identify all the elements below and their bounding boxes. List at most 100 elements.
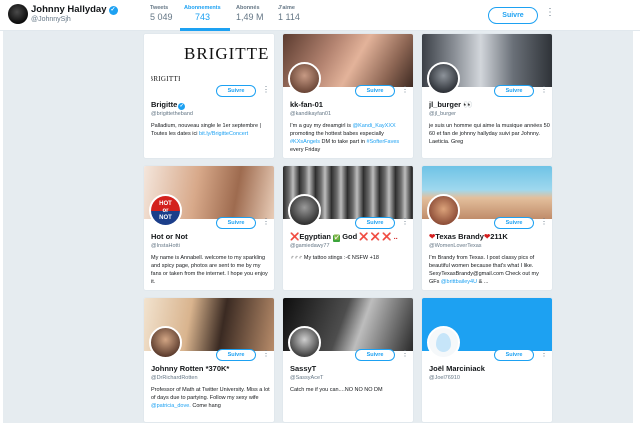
user-name[interactable]: jl_burger 👀 bbox=[429, 100, 551, 109]
follow-button[interactable]: Suivre bbox=[494, 349, 534, 361]
user-name-text: jl_burger bbox=[429, 100, 462, 109]
user-avatar[interactable] bbox=[288, 326, 321, 359]
follow-button[interactable]: Suivre bbox=[488, 7, 538, 24]
verified-icon: ✓ bbox=[178, 103, 186, 110]
user-avatar[interactable] bbox=[288, 62, 321, 95]
user-card[interactable]: Suivre ⋮ Joël Marciniack @Joel76910 bbox=[421, 297, 553, 423]
user-avatar[interactable]: BRIGITTE bbox=[149, 62, 182, 95]
stat-likes[interactable]: J'aime 1 114 bbox=[278, 5, 300, 22]
user-name[interactable]: ❤Texas Brandy❤211K bbox=[429, 232, 551, 241]
default-egg-icon bbox=[436, 333, 451, 352]
banner-logo: BRIGITTE bbox=[184, 44, 270, 63]
bio-link[interactable]: @patricia_dove. bbox=[151, 403, 191, 409]
more-options-icon[interactable]: ⋮ bbox=[401, 349, 409, 359]
bio-link[interactable]: @brittbailey4U bbox=[441, 279, 477, 285]
user-name[interactable]: Joël Marciniack bbox=[429, 364, 551, 373]
user-name-text: God bbox=[342, 232, 358, 241]
stat-label: Abonnés bbox=[236, 5, 260, 11]
user-bio: My name is Annabell. welcome to my spark… bbox=[151, 255, 268, 285]
verified-icon: ✓ bbox=[108, 6, 118, 15]
stat-label: Abonnements bbox=[184, 5, 221, 11]
user-avatar[interactable] bbox=[288, 194, 321, 227]
profile-avatar[interactable] bbox=[8, 4, 28, 24]
user-handle: @Joel76910 bbox=[429, 375, 460, 381]
user-bio: Palladium, nouveau single le 1er septemb… bbox=[151, 122, 272, 138]
bio-link[interactable]: @Kandi_KayXXX bbox=[353, 123, 396, 129]
cross-emoji-icon: ❌ bbox=[290, 232, 300, 241]
user-card[interactable]: Suivre ⋮ kk-fan-01 @kandikayfan01 I'm a … bbox=[282, 33, 414, 159]
user-card[interactable]: Suivre ⋮ SassyT @SassyAceT Catch me if y… bbox=[282, 297, 414, 423]
user-name[interactable]: kk-fan-01 bbox=[290, 100, 412, 109]
follow-button[interactable]: Suivre bbox=[216, 349, 256, 361]
more-options-icon[interactable]: ⋮ bbox=[262, 85, 270, 95]
follow-button[interactable]: Suivre bbox=[355, 85, 395, 97]
follow-button[interactable]: Suivre bbox=[494, 217, 534, 229]
more-options-icon[interactable]: ⋮ bbox=[401, 85, 409, 95]
stat-following[interactable]: Abonnements 743 bbox=[184, 5, 221, 22]
avatar-logo: BRIGITTE bbox=[149, 74, 182, 83]
user-name-text: Brigitte bbox=[151, 100, 178, 109]
follow-button[interactable]: Suivre bbox=[216, 85, 256, 97]
stat-followers[interactable]: Abonnés 1,49 M bbox=[236, 5, 264, 22]
user-avatar[interactable] bbox=[427, 326, 460, 359]
stat-value: 1 114 bbox=[278, 12, 300, 22]
follow-button[interactable]: Suivre bbox=[216, 217, 256, 229]
user-card[interactable]: Suivre ⋮ Johnny Rotten *370K* @DrRichard… bbox=[143, 297, 275, 423]
follow-button[interactable]: Suivre bbox=[355, 349, 395, 361]
more-options-icon[interactable]: ⋮ bbox=[545, 8, 555, 18]
stat-tweets[interactable]: Tweets 5 049 bbox=[150, 5, 173, 22]
profile-header: Johnny Hallyday ✓ @JohnnySjh Tweets 5 049… bbox=[0, 0, 640, 31]
stat-value: 1,49 M bbox=[236, 12, 264, 22]
user-avatar[interactable]: HOT or NOT bbox=[149, 194, 182, 227]
bio-hashtag[interactable]: #SofterFaves bbox=[366, 139, 399, 145]
user-name-count: 211K bbox=[490, 232, 508, 241]
following-grid: BRIGITTE BRIGITTE Suivre ⋮ Brigitte ✓ @br… bbox=[3, 31, 633, 423]
follow-button[interactable]: Suivre bbox=[494, 85, 534, 97]
more-options-icon[interactable]: ⋮ bbox=[262, 217, 270, 227]
bio-text: I'm a guy my dreamgirl is bbox=[290, 123, 351, 129]
avatar-logo-not: NOT bbox=[159, 215, 172, 221]
user-name[interactable]: Johnny Rotten *370K* bbox=[151, 364, 273, 373]
user-avatar[interactable] bbox=[149, 326, 182, 359]
user-card[interactable]: BRIGITTE BRIGITTE Suivre ⋮ Brigitte ✓ @br… bbox=[143, 33, 275, 159]
stat-value: 5 049 bbox=[150, 12, 173, 22]
user-card[interactable]: Suivre ⋮ jl_burger 👀 @jl_burger je suis … bbox=[421, 33, 553, 159]
user-avatar[interactable] bbox=[427, 194, 460, 227]
bio-hashtag[interactable]: #KXsAngels bbox=[290, 139, 320, 145]
user-bio: I'm Brandy from Texas. I post classy pic… bbox=[429, 254, 550, 286]
profile-handle: @JohnnySjh bbox=[31, 16, 71, 23]
user-handle: @gamiedawy77 bbox=[290, 243, 330, 249]
stat-label: Tweets bbox=[150, 5, 169, 11]
user-name-text: Texas Brandy bbox=[435, 232, 484, 241]
user-name[interactable]: SassyT bbox=[290, 364, 412, 373]
user-name[interactable]: Brigitte ✓ bbox=[151, 100, 273, 110]
user-name[interactable]: ❌Egyptian ✅ God ❌ ❌ ❌ .. bbox=[290, 232, 412, 242]
user-handle: @brigittetheband bbox=[151, 111, 193, 117]
avatar-logo-or: or bbox=[162, 208, 169, 214]
user-card[interactable]: Suivre ⋮ ❤Texas Brandy❤211K @WomenLoverT… bbox=[421, 165, 553, 291]
user-bio: Professor of Math at Twitter University.… bbox=[151, 386, 272, 410]
bio-link[interactable]: bit.ly/BrigitteConcert bbox=[199, 131, 248, 137]
user-handle: @jl_burger bbox=[429, 111, 456, 117]
more-options-icon[interactable]: ⋮ bbox=[540, 217, 548, 227]
user-bio: ♂♂♂ My tattoo stings :-€ NSFW +18 bbox=[290, 255, 379, 261]
more-options-icon[interactable]: ⋮ bbox=[401, 217, 409, 227]
bio-text: promoting the hottest babes especially bbox=[290, 131, 384, 137]
bio-text: DM to take part in bbox=[321, 139, 365, 145]
more-options-icon[interactable]: ⋮ bbox=[540, 349, 548, 359]
user-card[interactable]: Suivre ⋮ ❌Egyptian ✅ God ❌ ❌ ❌ .. @gamie… bbox=[282, 165, 414, 291]
avatar-logo-hot: HOT bbox=[159, 201, 172, 207]
cross-emoji-icon: ❌ ❌ ❌ .. bbox=[359, 232, 398, 241]
eyes-emoji-icon: 👀 bbox=[463, 100, 473, 109]
user-bio: je suis un homme qui aime la musique ann… bbox=[429, 123, 550, 145]
profile-name[interactable]: Johnny Hallyday ✓ bbox=[31, 4, 118, 15]
user-avatar[interactable] bbox=[427, 62, 460, 95]
user-handle: @WomenLoverTexas bbox=[429, 243, 482, 249]
follow-button[interactable]: Suivre bbox=[355, 217, 395, 229]
stat-value: 743 bbox=[195, 12, 211, 22]
user-card[interactable]: HOT or NOT Suivre ⋮ Hot or Not @InstaHotti… bbox=[143, 165, 275, 291]
more-options-icon[interactable]: ⋮ bbox=[540, 85, 548, 95]
bio-text: every Friday bbox=[290, 147, 321, 153]
user-name[interactable]: Hot or Not bbox=[151, 232, 273, 241]
more-options-icon[interactable]: ⋮ bbox=[262, 349, 270, 359]
